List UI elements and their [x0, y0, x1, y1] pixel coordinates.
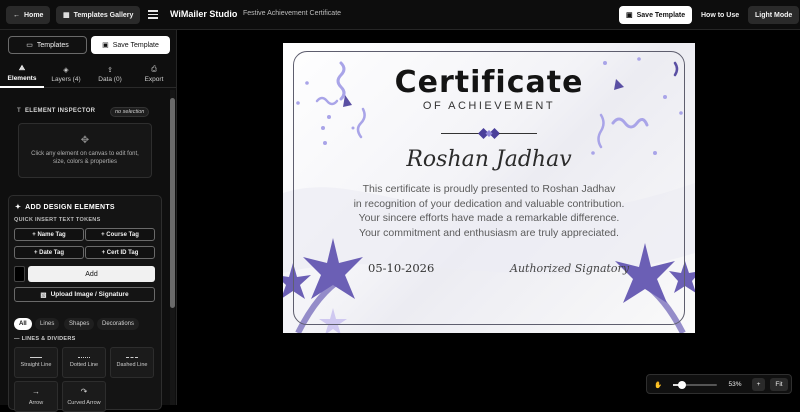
straight-line-icon — [30, 357, 42, 358]
tab-export[interactable]: ⎙ Export — [132, 60, 176, 88]
how-to-use-label: How to Use — [701, 11, 740, 19]
certificate-title[interactable]: Certificate — [283, 65, 695, 100]
selection-badge: no selection — [110, 107, 150, 117]
zoom-slider-knob[interactable] — [678, 381, 686, 389]
divider-right — [499, 133, 537, 134]
curved-arrow-icon: ↷ — [80, 387, 88, 396]
home-label: Home — [24, 11, 44, 19]
arrow-right-icon: → — [32, 387, 40, 396]
fit-button[interactable]: Fit — [770, 378, 788, 391]
filter-chip-lines[interactable]: Lines — [35, 318, 60, 330]
straight-line-label: Straight Line — [20, 362, 52, 368]
zoom-in-button[interactable]: + — [752, 378, 765, 391]
save-template-top-button[interactable]: ▣ Save Template — [619, 6, 693, 24]
tab-elements-label: Elements — [7, 74, 37, 82]
dashed-line-item[interactable]: Dashed Line — [110, 347, 154, 378]
filter-chip-all[interactable]: All — [14, 318, 32, 330]
design-heading: ✦ ADD DESIGN ELEMENTS — [15, 203, 115, 212]
dashed-line-icon — [126, 357, 138, 358]
how-to-use-button[interactable]: How to Use — [694, 6, 746, 24]
folder-icon: ▭ — [26, 42, 33, 49]
templates-label: Templates — [36, 41, 69, 49]
body-line-2: in recognition of your dedication and va… — [353, 197, 625, 210]
text-color-picker[interactable] — [14, 266, 25, 282]
move-icon: ✥ — [80, 135, 90, 146]
certificate-canvas[interactable]: Certificate OF ACHIEVEMENT Roshan Jadhav… — [283, 43, 695, 333]
date-tag-button[interactable]: + Date Tag — [14, 246, 84, 259]
templates-button[interactable]: ▭ Templates — [8, 36, 87, 54]
light-mode-label: Light Mode — [755, 11, 793, 19]
tab-elements[interactable]: ⟁ Elements — [0, 60, 44, 88]
curved-arrow-label: Curved Arrow — [67, 400, 101, 406]
cert-id-tag-button[interactable]: + Cert ID Tag — [85, 246, 155, 259]
name-tag-button[interactable]: + Name Tag — [14, 228, 84, 241]
arrow-item[interactable]: → Arrow — [14, 381, 58, 412]
tokens-heading: QUICK INSERT TEXT TOKENS — [14, 217, 101, 223]
scrollbar-thumb[interactable] — [170, 98, 175, 308]
straight-line-item[interactable]: Straight Line — [14, 347, 58, 378]
document-title: Festive Achievement Certificate — [243, 10, 342, 17]
divider-left — [441, 133, 479, 134]
curved-arrow-item[interactable]: ↷ Curved Arrow — [62, 381, 106, 412]
zoom-value: 53% — [728, 381, 742, 388]
signature-label[interactable]: Authorized Signatory — [510, 262, 629, 275]
recipient-name[interactable]: Roshan Jadhav — [283, 147, 695, 172]
sidebar-scrollbar[interactable] — [170, 90, 175, 405]
grid-icon: ▦ — [63, 12, 70, 19]
upload-image-label: Upload Image / Signature — [50, 291, 129, 298]
inspector-heading: T ELEMENT INSPECTOR — [17, 108, 95, 114]
certificate-body[interactable]: This certificate is proudly presented to… — [283, 182, 695, 240]
certificate-date[interactable]: 05-10-2026 — [368, 261, 434, 275]
save-template-button[interactable]: ▣ Save Template — [91, 36, 170, 54]
filter-chip-decorations[interactable]: Decorations — [97, 318, 140, 330]
save-icon: ▣ — [102, 42, 109, 49]
arrow-label: Arrow — [28, 400, 44, 406]
pan-hand-icon[interactable]: ✋ — [650, 378, 666, 391]
dashed-line-label: Dashed Line — [116, 362, 148, 368]
tab-export-label: Export — [144, 75, 164, 83]
tab-data-label: Data (0) — [98, 75, 122, 83]
filter-chip-shapes[interactable]: Shapes — [64, 318, 95, 330]
palette-icon: ✦ — [15, 204, 22, 211]
image-icon: ▧ — [40, 291, 47, 299]
data-icon: ⇪ — [107, 66, 113, 74]
body-line-4: Your commitment and enthusiasm are truly… — [359, 226, 619, 239]
body-line-3: Your sincere efforts have made a remarka… — [358, 212, 620, 224]
save-template-label: Save Template — [112, 41, 159, 49]
upload-image-button[interactable]: ▧ Upload Image / Signature — [14, 287, 155, 302]
top-bar: ← Home ▦ Templates Gallery WiMailer Stud… — [0, 0, 800, 30]
elements-icon: ⟁ — [18, 64, 26, 72]
tab-layers-label: Layers (4) — [51, 75, 81, 83]
brand-name: WiMailer Studio — [170, 9, 238, 19]
zoom-controls: ✋ 53% + Fit — [646, 374, 792, 394]
inspector-title: ELEMENT INSPECTOR — [24, 108, 96, 114]
layers-icon: ◈ — [63, 66, 69, 74]
export-icon: ⎙ — [151, 65, 157, 73]
inspector-placeholder: ✥ Click any element on canvas to edit fo… — [18, 123, 152, 178]
arrow-left-icon: ← — [13, 11, 20, 19]
certificate-subtitle[interactable]: OF ACHIEVEMENT — [283, 100, 695, 112]
templates-gallery-button[interactable]: ▦ Templates Gallery — [56, 6, 141, 24]
diamond-ornament-icon — [478, 128, 500, 139]
design-title: ADD DESIGN ELEMENTS — [25, 203, 115, 211]
add-text-button[interactable]: Add — [28, 266, 155, 282]
light-mode-button[interactable]: Light Mode — [748, 6, 800, 24]
course-tag-button[interactable]: + Course Tag — [85, 228, 155, 241]
body-line-1: This certificate is proudly presented to… — [362, 183, 616, 195]
home-button[interactable]: ← Home — [6, 6, 51, 24]
tab-layers[interactable]: ◈ Layers (4) — [44, 60, 88, 88]
templates-gallery-label: Templates Gallery — [73, 11, 134, 19]
dotted-line-icon — [78, 357, 90, 358]
zoom-slider[interactable] — [673, 381, 717, 389]
sidebar-tabs: ⟁ Elements ◈ Layers (4) ⇪ Data (0) ⎙ Exp… — [0, 60, 176, 88]
inspector-hint: Click any element on canvas to edit font… — [31, 151, 139, 165]
save-template-top-label: Save Template — [636, 11, 686, 19]
tab-data[interactable]: ⇪ Data (0) — [88, 60, 132, 88]
text-icon: T — [17, 108, 21, 114]
dotted-line-label: Dotted Line — [69, 362, 99, 368]
lines-dividers-heading: — LINES & DIVIDERS — [14, 336, 76, 342]
dotted-line-item[interactable]: Dotted Line — [62, 347, 106, 378]
menu-icon[interactable] — [148, 10, 158, 19]
save-icon: ▣ — [626, 12, 633, 19]
